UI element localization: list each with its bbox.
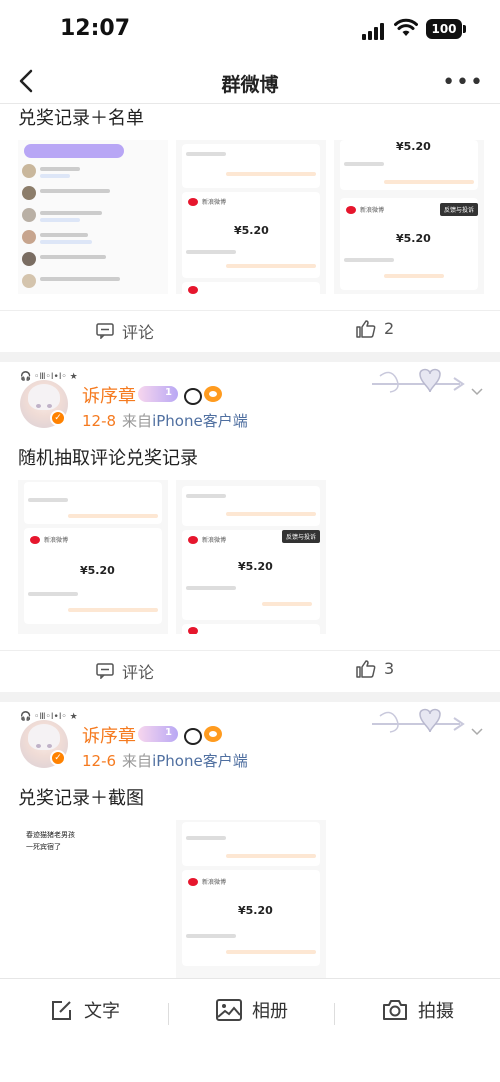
comment-button[interactable]: 评论	[96, 659, 154, 683]
album-button[interactable]: 相册	[216, 997, 288, 1023]
post-title: 兑奖记录＋截图	[18, 788, 144, 809]
image-icon	[216, 999, 242, 1021]
battery-icon: 100	[426, 19, 466, 39]
camera-icon	[383, 1000, 407, 1020]
comment-icon	[96, 323, 114, 339]
chevron-down-icon[interactable]	[470, 384, 484, 398]
card-decoration-icon	[372, 708, 465, 733]
camera-button[interactable]: 拍摄	[382, 997, 454, 1023]
page-title: 群微博	[221, 74, 279, 96]
thumbs-up-icon	[356, 319, 376, 338]
post-image-receipt[interactable]: ¥5.20 新浪微博 反馈与投诉 ¥5.20	[334, 140, 484, 294]
post-image-strip: 新浪微博 ¥5.20 新浪微博 反馈与投诉 ¥5.20	[18, 480, 326, 634]
panda-badge-icon	[182, 726, 202, 745]
comment-button[interactable]: 评论	[96, 319, 154, 343]
post-meta: 12-6 来自iPhone客户端	[82, 750, 248, 771]
thumbs-up-icon	[356, 659, 376, 678]
post-divider	[0, 352, 500, 362]
post-image-receipt[interactable]: 新浪微博 ¥5.20	[18, 480, 168, 634]
post-image-chat[interactable]	[18, 140, 168, 294]
card-decoration-icon	[372, 368, 465, 393]
more-button[interactable]: •••	[442, 70, 484, 95]
fox-badge-icon	[204, 726, 222, 742]
like-button[interactable]: 3	[356, 659, 394, 678]
wifi-icon	[394, 18, 418, 36]
text-post-label: 文字	[84, 1001, 120, 1022]
source-prefix: 来自	[122, 752, 153, 770]
post-title: 兑奖记录＋名单	[18, 108, 144, 129]
like-count: 2	[384, 319, 395, 338]
album-label: 相册	[252, 1001, 288, 1022]
chevron-down-icon[interactable]	[470, 724, 484, 738]
panda-badge-icon	[182, 386, 202, 405]
source-client[interactable]: iPhone客户端	[152, 412, 248, 430]
verified-badge-icon: ✓	[50, 410, 66, 426]
post-image-receipt[interactable]: 新浪微博 反馈与投诉 ¥5.20	[176, 480, 326, 634]
text-post-button[interactable]: 文字	[50, 997, 120, 1023]
post-actions: 评论 3	[0, 650, 500, 690]
post-image-receipt[interactable]: 新浪微博 ¥5.20	[176, 140, 326, 294]
level-badge-icon	[138, 726, 178, 742]
status-bar: 12:07 100	[0, 0, 500, 60]
post-image-strip: 春迹猫猪老男孩 一死宾宿了 新浪微博 ¥5.20	[18, 820, 326, 978]
post-image-note[interactable]: 春迹猫猪老男孩 一死宾宿了	[18, 820, 168, 978]
toolbar-divider	[334, 1003, 335, 1025]
post-image-strip: 新浪微博 ¥5.20 ¥5.20 新浪微博 反馈与投诉 ¥5.20	[18, 140, 484, 294]
fox-badge-icon	[204, 386, 222, 402]
source-client[interactable]: iPhone客户端	[152, 752, 248, 770]
post-actions: 评论 2	[0, 310, 500, 350]
post-divider	[0, 692, 500, 702]
user-badges	[138, 726, 222, 745]
post-date: 12-6	[82, 752, 117, 770]
post-date: 12-8	[82, 412, 117, 430]
username[interactable]: 诉序章	[82, 382, 136, 408]
like-button[interactable]: 2	[356, 319, 394, 338]
cellular-signal-icon	[362, 22, 388, 40]
comment-icon	[96, 663, 114, 679]
status-time: 12:07	[60, 16, 131, 41]
bottom-toolbar: 文字 相册 拍摄	[0, 978, 500, 1082]
like-count: 3	[384, 659, 395, 678]
post-image-receipt[interactable]: 新浪微博 ¥5.20	[176, 820, 326, 978]
nav-bar: 群微博 •••	[0, 60, 500, 104]
camera-label: 拍摄	[418, 1001, 454, 1022]
verified-badge-icon: ✓	[50, 750, 66, 766]
edit-icon	[52, 1001, 71, 1020]
user-badges	[138, 386, 222, 405]
toolbar-divider	[168, 1003, 169, 1025]
post-meta: 12-8 来自iPhone客户端	[82, 410, 248, 431]
level-badge-icon	[138, 386, 178, 402]
comment-label: 评论	[122, 323, 155, 342]
post-title: 随机抽取评论兑奖记录	[18, 448, 198, 469]
source-prefix: 来自	[122, 412, 153, 430]
username[interactable]: 诉序章	[82, 722, 136, 748]
comment-label: 评论	[122, 663, 155, 682]
